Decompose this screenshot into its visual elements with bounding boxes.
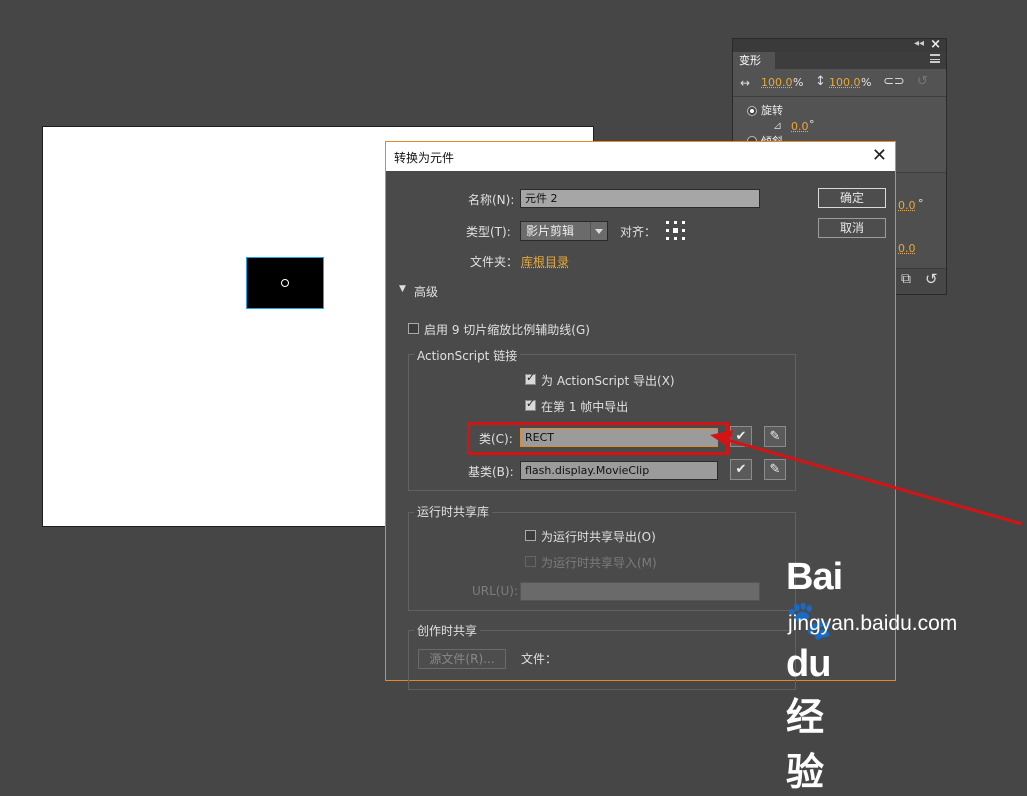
skew-value[interactable]: 0.0 — [898, 199, 916, 212]
url-input — [520, 582, 760, 601]
type-select-value: 影片剪辑 — [526, 224, 575, 238]
scale-height-value[interactable]: 100.0 — [829, 76, 861, 89]
validate-base-class-checkmark-icon[interactable]: ✔ — [730, 459, 752, 480]
advanced-toggle[interactable]: 高级 — [414, 283, 438, 300]
folder-label: 文件夹： — [470, 255, 519, 269]
collapse-triangle-icon[interactable]: ▼ — [399, 284, 406, 294]
annotation-highlight-box — [467, 422, 729, 455]
rotate-radio[interactable] — [747, 106, 757, 116]
reset-transform-icon[interactable]: ↺ — [925, 270, 938, 288]
authoring-group-title: 创作时共享 — [414, 622, 481, 639]
base-class-label: 基类(B): — [468, 465, 514, 479]
rotate-value[interactable]: 0.0 — [791, 120, 809, 133]
divider — [733, 96, 946, 97]
export-in-frame-checkbox[interactable] — [525, 397, 536, 411]
edit-class-pencil-icon[interactable]: ✎ — [764, 426, 786, 447]
export-for-actionscript-label: 为 ActionScript 导出(X) — [541, 374, 675, 388]
link-icon[interactable]: ⊂⊃ — [883, 74, 905, 89]
runtime-import-label: 为运行时共享导入(M) — [541, 556, 657, 570]
folder-link[interactable]: 库根目录 — [521, 253, 569, 270]
dialog-title-bar[interactable]: 转换为元件 ✕ — [386, 142, 895, 171]
duplicate-transform-icon[interactable]: ⧉ — [901, 271, 911, 287]
registration-grid[interactable] — [665, 220, 687, 242]
type-select[interactable]: 影片剪辑 — [520, 221, 608, 241]
collapse-icon[interactable]: ◂◂ — [914, 38, 924, 49]
degree-symbol: ° — [918, 197, 924, 210]
chevron-down-icon — [590, 222, 607, 240]
height-arrow-icon: ↕ — [815, 74, 826, 89]
source-file-button[interactable]: 源文件(R)... — [418, 649, 506, 669]
registration-point — [281, 279, 289, 287]
runtime-group-title: 运行时共享库 — [414, 503, 493, 520]
runtime-import-checkbox — [525, 556, 536, 567]
width-arrow-icon: ↔ — [740, 76, 751, 90]
export-for-actionscript-checkbox[interactable] — [525, 371, 536, 385]
close-icon[interactable]: ✕ — [872, 145, 887, 166]
close-icon[interactable]: × — [930, 37, 941, 52]
angle-icon: ⊿ — [773, 119, 783, 132]
watermark-url: jingyan.baidu.com — [788, 612, 958, 635]
edit-base-class-pencil-icon[interactable]: ✎ — [764, 459, 786, 480]
percent-label: % — [793, 76, 804, 89]
runtime-export-checkbox[interactable] — [525, 530, 536, 541]
nine-slice-checkbox[interactable] — [408, 323, 419, 334]
type-label: 类型(T): — [466, 225, 511, 239]
ok-button[interactable]: 确定 — [818, 188, 886, 208]
base-class-input[interactable]: flash.display.MovieClip — [520, 461, 718, 480]
actionscript-group-title: ActionScript 链接 — [414, 347, 521, 364]
name-label: 名称(N): — [468, 193, 515, 207]
reset-icon: ↺ — [917, 74, 928, 89]
rotate-label: 旋转 — [761, 104, 783, 117]
degree-symbol: ° — [809, 118, 815, 131]
export-in-frame-label: 在第 1 帧中导出 — [541, 400, 629, 414]
panel-menu-icon[interactable] — [930, 54, 940, 63]
validate-class-checkmark-icon[interactable]: ✔ — [730, 426, 752, 447]
tab-transform[interactable]: 变形 — [733, 52, 775, 69]
percent-label: % — [861, 76, 872, 89]
dialog-title: 转换为元件 — [394, 151, 455, 165]
cancel-button[interactable]: 取消 — [818, 218, 886, 238]
align-label: 对齐： — [620, 225, 657, 239]
scale-width-value[interactable]: 100.0 — [761, 76, 793, 89]
file-label: 文件： — [521, 652, 558, 666]
name-input[interactable]: 元件 2 — [520, 189, 760, 208]
watermark-brand: Bai🐾du 经验 — [786, 556, 843, 794]
skew-value-2[interactable]: 0.0 — [898, 242, 916, 255]
nine-slice-label: 启用 9 切片缩放比例辅助线(G) — [424, 323, 590, 337]
runtime-export-label: 为运行时共享导出(O) — [541, 530, 656, 544]
url-label: URL(U): — [472, 584, 518, 598]
panel-title-bar[interactable]: ◂◂ × — [733, 37, 946, 52]
